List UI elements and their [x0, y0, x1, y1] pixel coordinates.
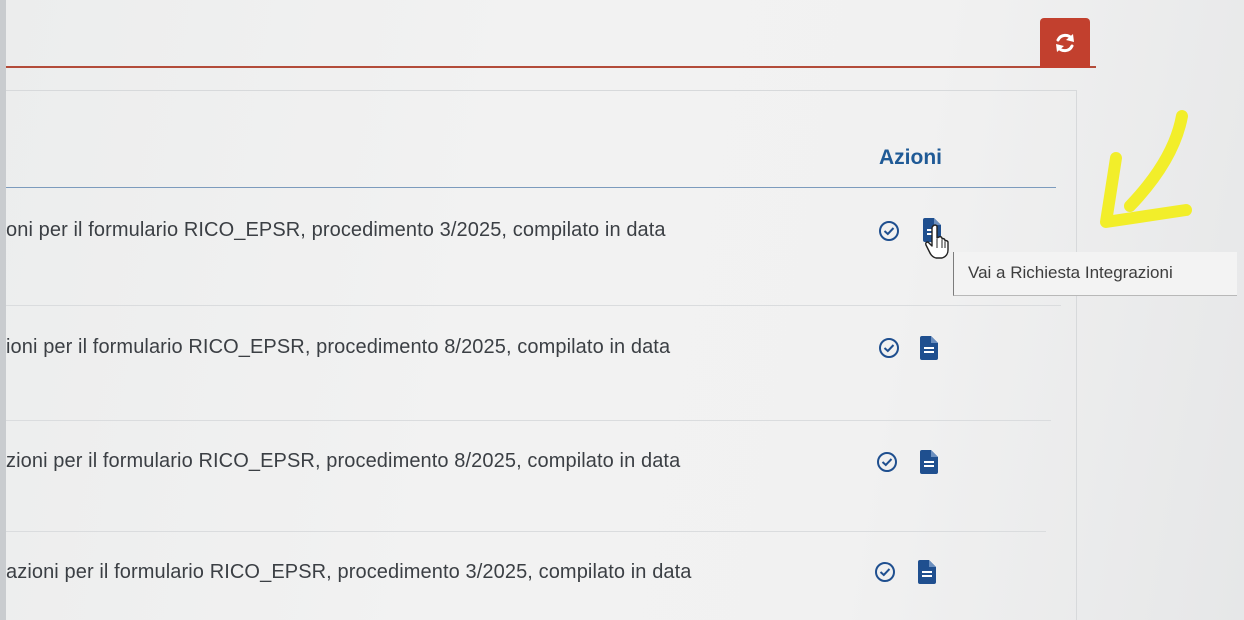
toolbar-divider	[6, 66, 1096, 68]
table-row-text: oni per il formulario RICO_EPSR, procedi…	[6, 219, 666, 241]
check-circle-icon[interactable]	[874, 561, 896, 583]
check-circle-icon[interactable]	[878, 220, 900, 242]
refresh-icon	[1056, 33, 1074, 53]
row-divider	[6, 305, 1061, 306]
row-divider	[6, 531, 1046, 532]
column-header-actions: Azioni	[879, 146, 942, 169]
annotation-arrow-icon	[1100, 110, 1192, 228]
hand-cursor-icon	[925, 224, 949, 259]
table-row-text: zioni per il formulario RICO_EPSR, proce…	[6, 450, 681, 472]
check-circle-icon[interactable]	[876, 451, 898, 473]
document-icon[interactable]	[920, 336, 938, 360]
document-icon[interactable]	[920, 450, 938, 474]
table-row-text: azioni per il formulario RICO_EPSR, proc…	[6, 561, 692, 583]
refresh-button[interactable]	[1040, 18, 1090, 68]
document-icon[interactable]	[918, 560, 936, 584]
tooltip: Vai a Richiesta Integrazioni	[953, 252, 1237, 296]
screen: Azioni oni per il formulario RICO_EPSR, …	[6, 0, 1244, 620]
check-circle-icon[interactable]	[878, 337, 900, 359]
header-divider	[6, 187, 1056, 188]
row-divider	[6, 420, 1051, 421]
table-row-text: ioni per il formulario RICO_EPSR, proced…	[6, 336, 671, 358]
